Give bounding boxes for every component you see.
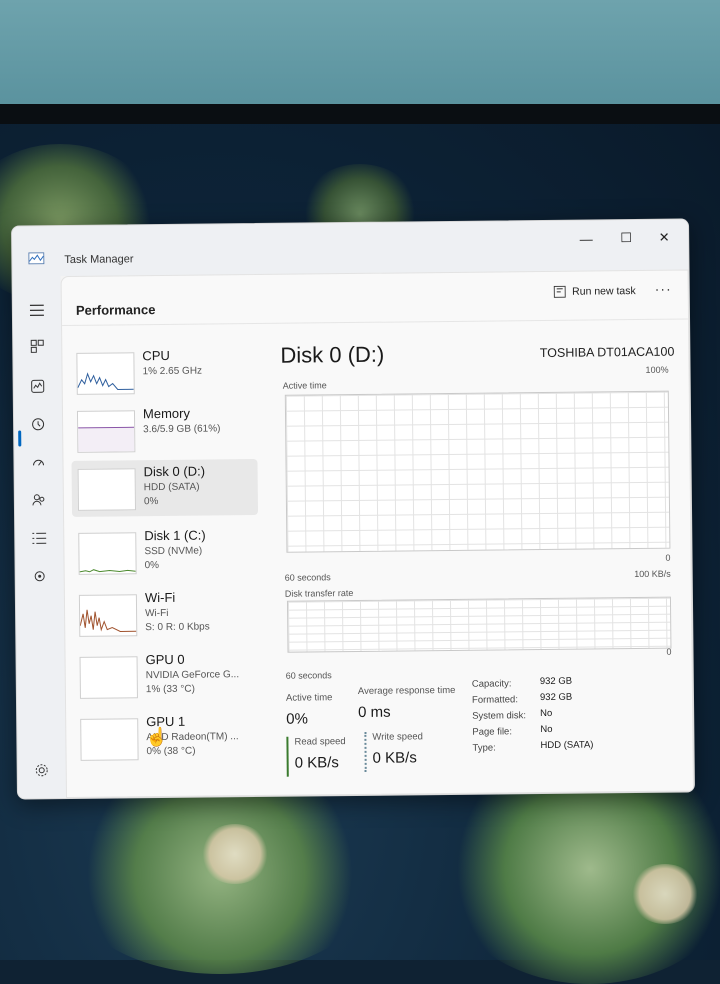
transfer-max: 100 KB/s	[634, 568, 671, 580]
stat-read-speed-value: 0 KB/s	[294, 754, 339, 772]
disk-model: TOSHIBA DT01ACA100	[539, 344, 675, 361]
transfer-rate-graph	[286, 596, 672, 653]
prop-key: Type:	[472, 742, 496, 754]
gpu0-thumbnail-graph	[79, 656, 138, 699]
device-name: Disk 0 (D:)	[143, 463, 206, 480]
device-name: Disk 1 (C:)	[144, 527, 206, 544]
stat-write-speed-label: Write speed	[372, 731, 423, 743]
users-icon[interactable]	[25, 486, 53, 514]
prop-value: 932 GB	[539, 675, 573, 688]
disk-detail-panel: Disk 0 (D:) TOSHIBA DT01ACA100 Active ti…	[280, 333, 679, 795]
prop-key: Capacity:	[471, 678, 512, 690]
run-new-task-label: Run new task	[572, 285, 636, 298]
device-usage: S: 0 R: 0 Kbps	[145, 621, 210, 634]
memory-thumbnail-graph	[76, 410, 136, 453]
cpu-thumbnail-graph	[76, 352, 135, 395]
device-detail: Wi-Fi	[145, 607, 169, 620]
device-name: Wi-Fi	[144, 589, 176, 606]
device-detail: NVIDIA GeForce G...	[145, 669, 240, 682]
device-detail: SSD (NVMe)	[144, 545, 203, 558]
hamburger-icon[interactable]	[23, 296, 51, 324]
stat-avg-response-value: 0 ms	[358, 703, 391, 721]
minimize-button[interactable]: —	[568, 226, 604, 250]
stat-avg-response-label: Average response time	[357, 684, 456, 697]
services-icon[interactable]	[26, 562, 54, 590]
settings-icon[interactable]	[28, 756, 56, 784]
device-name: GPU 0	[145, 651, 185, 668]
startup-apps-icon[interactable]	[24, 448, 52, 476]
window-title: Task Manager	[64, 253, 134, 267]
transfer-min: 0	[666, 646, 672, 657]
stat-read-speed-label: Read speed	[294, 736, 346, 748]
header-divider	[62, 318, 689, 327]
device-item-wifi[interactable]: Wi-Fi Wi-Fi S: 0 R: 0 Kbps	[73, 585, 260, 643]
device-item-cpu[interactable]: CPU 1% 2.65 GHz	[70, 343, 257, 401]
performance-icon[interactable]	[24, 372, 52, 400]
seconds-label-2: 60 seconds	[285, 670, 332, 681]
device-detail: 3.6/5.9 GB (61%)	[143, 423, 221, 436]
processes-icon[interactable]	[23, 332, 51, 360]
task-manager-window: Task Manager — ☐ ✕ Performance Run new t…	[11, 218, 695, 800]
hand-cursor-icon: ☝	[145, 726, 168, 748]
stat-write-speed-value: 0 KB/s	[372, 749, 417, 767]
page-title: Performance	[75, 302, 156, 318]
device-detail: HDD (SATA)	[143, 481, 200, 494]
gpu1-thumbnail-graph	[80, 718, 139, 761]
prop-value: HDD (SATA)	[540, 739, 594, 752]
run-new-task-button[interactable]: Run new task	[554, 285, 636, 298]
prop-value: No	[540, 707, 553, 720]
performance-panel: Performance Run new task ··· CPU 1% 2.65…	[60, 269, 694, 799]
device-name: CPU	[142, 347, 170, 364]
device-name: Memory	[142, 405, 191, 422]
prop-key: System disk:	[472, 710, 527, 722]
seconds-label-1: 60 seconds	[284, 572, 331, 583]
wall-background	[0, 0, 720, 108]
app-history-icon[interactable]	[24, 410, 52, 438]
active-time-max: 100%	[645, 364, 669, 375]
device-usage: 0%	[144, 560, 160, 572]
nav-sidebar	[12, 276, 67, 799]
run-task-icon	[554, 285, 567, 298]
device-usage: 0%	[143, 496, 159, 508]
disk1-thumbnail-graph	[78, 532, 137, 575]
disk0-thumbnail-graph	[77, 468, 137, 511]
maximize-button[interactable]: ☐	[608, 226, 644, 250]
device-usage: 1% (33 °C)	[145, 683, 195, 696]
device-detail: 1% 2.65 GHz	[142, 365, 203, 378]
details-icon[interactable]	[25, 524, 53, 552]
prop-value: No	[540, 723, 553, 736]
device-item-memory[interactable]: Memory 3.6/5.9 GB (61%)	[71, 401, 258, 459]
more-options-button[interactable]: ···	[655, 281, 672, 297]
prop-key: Page file:	[472, 726, 513, 738]
close-button[interactable]: ✕	[646, 226, 682, 250]
task-manager-icon	[28, 252, 45, 265]
active-time-min: 0	[665, 552, 671, 563]
wifi-thumbnail-graph	[78, 594, 138, 637]
device-item-gpu0[interactable]: GPU 0 NVIDIA GeForce G... 1% (33 °C)	[73, 647, 260, 705]
stat-active-time-label: Active time	[285, 692, 333, 704]
write-speed-indicator	[364, 731, 369, 772]
prop-key: Formatted:	[471, 694, 519, 706]
transfer-rate-label: Disk transfer rate	[284, 588, 354, 599]
device-item-disk1[interactable]: Disk 1 (C:) SSD (NVMe) 0%	[72, 523, 259, 581]
prop-value: 932 GB	[539, 691, 573, 704]
disk-title: Disk 0 (D:)	[280, 341, 385, 368]
device-item-disk0[interactable]: Disk 0 (D:) HDD (SATA) 0%	[71, 458, 259, 517]
nav-active-indicator	[18, 430, 22, 447]
stat-active-time-value: 0%	[286, 710, 308, 728]
active-time-label: Active time	[282, 380, 327, 391]
read-speed-indicator	[286, 736, 289, 777]
active-time-graph	[284, 390, 671, 553]
title-bar[interactable]: Task Manager — ☐ ✕	[12, 219, 689, 277]
